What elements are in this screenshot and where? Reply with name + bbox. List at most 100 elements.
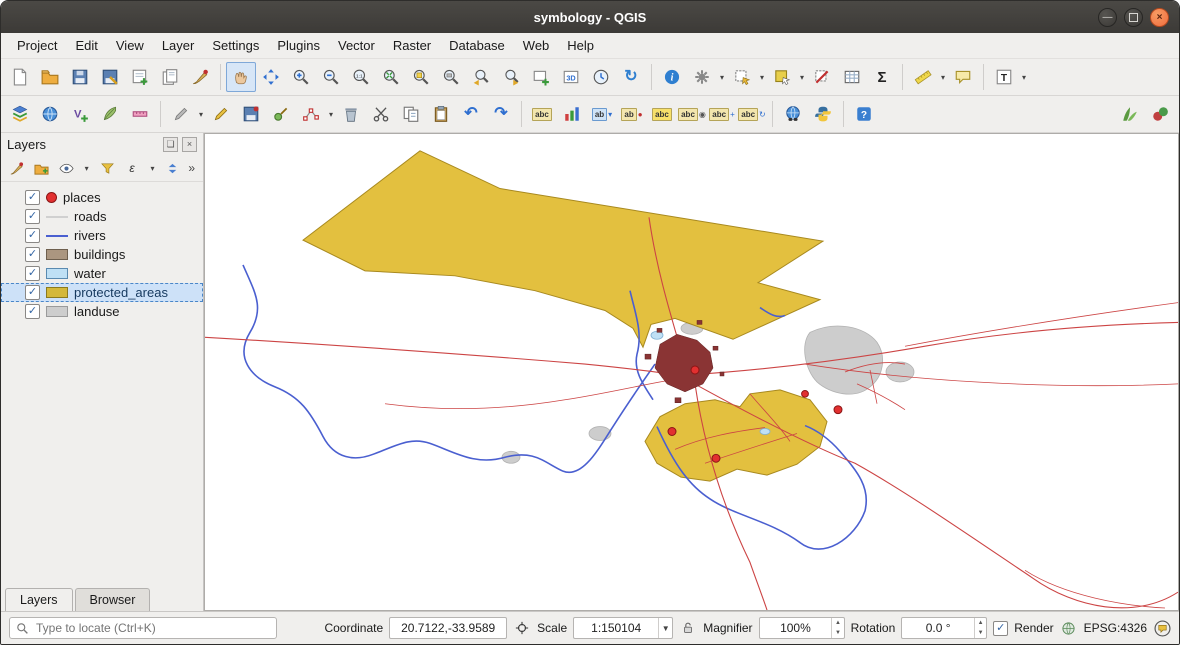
new-geopackage-layer-button[interactable] bbox=[95, 99, 125, 129]
menu-plugins[interactable]: Plugins bbox=[269, 35, 328, 56]
add-feature-button[interactable] bbox=[266, 99, 296, 129]
pan-to-selection-button[interactable] bbox=[256, 62, 286, 92]
rotation-input[interactable] bbox=[902, 620, 974, 636]
select-features-dropdown[interactable]: ▾ bbox=[757, 63, 767, 91]
zoom-to-selection-button[interactable] bbox=[406, 62, 436, 92]
tab-layers[interactable]: Layers bbox=[5, 588, 73, 611]
python-console-button[interactable] bbox=[808, 99, 838, 129]
rotation-spinbox[interactable]: ▲▼ bbox=[901, 617, 987, 639]
layer-checkbox[interactable]: ✓ bbox=[25, 266, 40, 281]
spin-down-icon[interactable]: ▼ bbox=[832, 628, 843, 638]
layer-row-landuse[interactable]: ✓ landuse bbox=[1, 302, 203, 321]
spin-down-icon[interactable]: ▼ bbox=[975, 628, 986, 638]
new-3d-map-view-button[interactable]: 3D bbox=[556, 62, 586, 92]
run-feature-action-dropdown[interactable]: ▾ bbox=[717, 63, 727, 91]
current-edits-button[interactable] bbox=[166, 99, 196, 129]
layer-checkbox[interactable]: ✓ bbox=[25, 209, 40, 224]
magnifier-input[interactable] bbox=[760, 620, 832, 636]
layer-checkbox[interactable]: ✓ bbox=[25, 228, 40, 243]
layer-checkbox[interactable]: ✓ bbox=[25, 304, 40, 319]
show-layout-manager-button[interactable] bbox=[155, 62, 185, 92]
map-tips-button[interactable] bbox=[948, 62, 978, 92]
help-contents-button[interactable]: ? bbox=[849, 99, 879, 129]
select-features-button[interactable] bbox=[727, 62, 757, 92]
open-attribute-table-button[interactable] bbox=[837, 62, 867, 92]
text-annotation-dropdown[interactable]: ▾ bbox=[1019, 63, 1029, 91]
panel-float-icon[interactable]: ❏ bbox=[163, 137, 178, 152]
deselect-features-button[interactable] bbox=[807, 62, 837, 92]
paste-features-button[interactable] bbox=[426, 99, 456, 129]
locator-input[interactable] bbox=[34, 620, 270, 636]
zoom-in-button[interactable] bbox=[286, 62, 316, 92]
layer-checkbox[interactable]: ✓ bbox=[25, 190, 40, 205]
locator-search[interactable] bbox=[9, 617, 277, 639]
add-group-button[interactable] bbox=[32, 158, 51, 178]
pin-labels-button[interactable]: ab● bbox=[617, 99, 647, 129]
spin-up-icon[interactable]: ▲ bbox=[832, 618, 843, 628]
coordinate-input[interactable] bbox=[390, 620, 506, 636]
crs-status-icon[interactable] bbox=[1060, 619, 1078, 637]
save-layer-edits-button[interactable] bbox=[236, 99, 266, 129]
zoom-out-button[interactable] bbox=[316, 62, 346, 92]
menu-settings[interactable]: Settings bbox=[204, 35, 267, 56]
new-map-view-button[interactable] bbox=[526, 62, 556, 92]
menu-help[interactable]: Help bbox=[559, 35, 602, 56]
measure-button[interactable] bbox=[908, 62, 938, 92]
metasearch-button[interactable] bbox=[778, 99, 808, 129]
open-project-button[interactable] bbox=[35, 62, 65, 92]
undo-button[interactable]: ↶ bbox=[456, 99, 486, 129]
render-checkbox[interactable]: ✓ bbox=[993, 621, 1008, 636]
save-project-button[interactable] bbox=[65, 62, 95, 92]
copy-features-button[interactable] bbox=[396, 99, 426, 129]
highlight-pinned-labels-button[interactable]: abc bbox=[647, 99, 677, 129]
new-virtual-layer-button[interactable] bbox=[125, 99, 155, 129]
label-options-button[interactable]: ab▾ bbox=[587, 99, 617, 129]
scale-dropdown-icon[interactable]: ▼ bbox=[658, 618, 672, 638]
select-by-form-button[interactable] bbox=[767, 62, 797, 92]
coordinate-field[interactable] bbox=[389, 617, 507, 639]
vertex-tool-dropdown[interactable]: ▾ bbox=[326, 100, 336, 128]
zoom-next-button[interactable] bbox=[496, 62, 526, 92]
menu-database[interactable]: Database bbox=[441, 35, 513, 56]
new-shapefile-layer-button[interactable]: V bbox=[65, 99, 95, 129]
spin-up-icon[interactable]: ▲ bbox=[975, 618, 986, 628]
style-manager-button[interactable] bbox=[185, 62, 215, 92]
processing-plugin-button[interactable] bbox=[1145, 99, 1175, 129]
layer-row-rivers[interactable]: ✓ rivers bbox=[1, 226, 203, 245]
pan-map-button[interactable] bbox=[226, 62, 256, 92]
messages-button[interactable] bbox=[1153, 619, 1171, 637]
layer-row-roads[interactable]: ✓ roads bbox=[1, 207, 203, 226]
rotate-label-button[interactable]: abc↻ bbox=[737, 99, 767, 129]
menu-view[interactable]: View bbox=[108, 35, 152, 56]
new-project-button[interactable] bbox=[5, 62, 35, 92]
menu-web[interactable]: Web bbox=[515, 35, 558, 56]
layer-labeling-button[interactable]: abc bbox=[527, 99, 557, 129]
identify-features-button[interactable]: i bbox=[657, 62, 687, 92]
cut-features-button[interactable] bbox=[366, 99, 396, 129]
expand-collapse-all-button[interactable] bbox=[163, 158, 182, 178]
layer-row-protected-areas[interactable]: ✓ protected_areas bbox=[1, 283, 203, 302]
measure-dropdown[interactable]: ▾ bbox=[938, 63, 948, 91]
toggle-editing-button[interactable] bbox=[206, 99, 236, 129]
temporal-controller-button[interactable] bbox=[586, 62, 616, 92]
map-themes-dropdown[interactable]: ▾ bbox=[82, 158, 92, 178]
lock-scale-button[interactable] bbox=[679, 619, 697, 637]
layer-checkbox[interactable]: ✓ bbox=[25, 247, 40, 262]
zoom-to-layer-button[interactable] bbox=[436, 62, 466, 92]
current-edits-dropdown[interactable]: ▾ bbox=[196, 100, 206, 128]
expression-filter-dropdown[interactable]: ▾ bbox=[147, 158, 157, 178]
magnifier-spinbox[interactable]: ▲▼ bbox=[759, 617, 845, 639]
maximize-button[interactable] bbox=[1124, 8, 1143, 27]
filter-legend-button[interactable] bbox=[98, 158, 117, 178]
menu-project[interactable]: Project bbox=[9, 35, 65, 56]
add-web-layer-button[interactable] bbox=[35, 99, 65, 129]
open-layer-styling-button[interactable] bbox=[7, 158, 26, 178]
tab-browser[interactable]: Browser bbox=[75, 588, 151, 611]
layer-diagram-button[interactable] bbox=[557, 99, 587, 129]
close-button[interactable]: × bbox=[1150, 8, 1169, 27]
panel-close-icon[interactable]: × bbox=[182, 137, 197, 152]
move-label-button[interactable]: abc+ bbox=[707, 99, 737, 129]
magnifier-spin-buttons[interactable]: ▲▼ bbox=[831, 618, 843, 638]
run-feature-action-button[interactable] bbox=[687, 62, 717, 92]
redo-button[interactable]: ↷ bbox=[486, 99, 516, 129]
